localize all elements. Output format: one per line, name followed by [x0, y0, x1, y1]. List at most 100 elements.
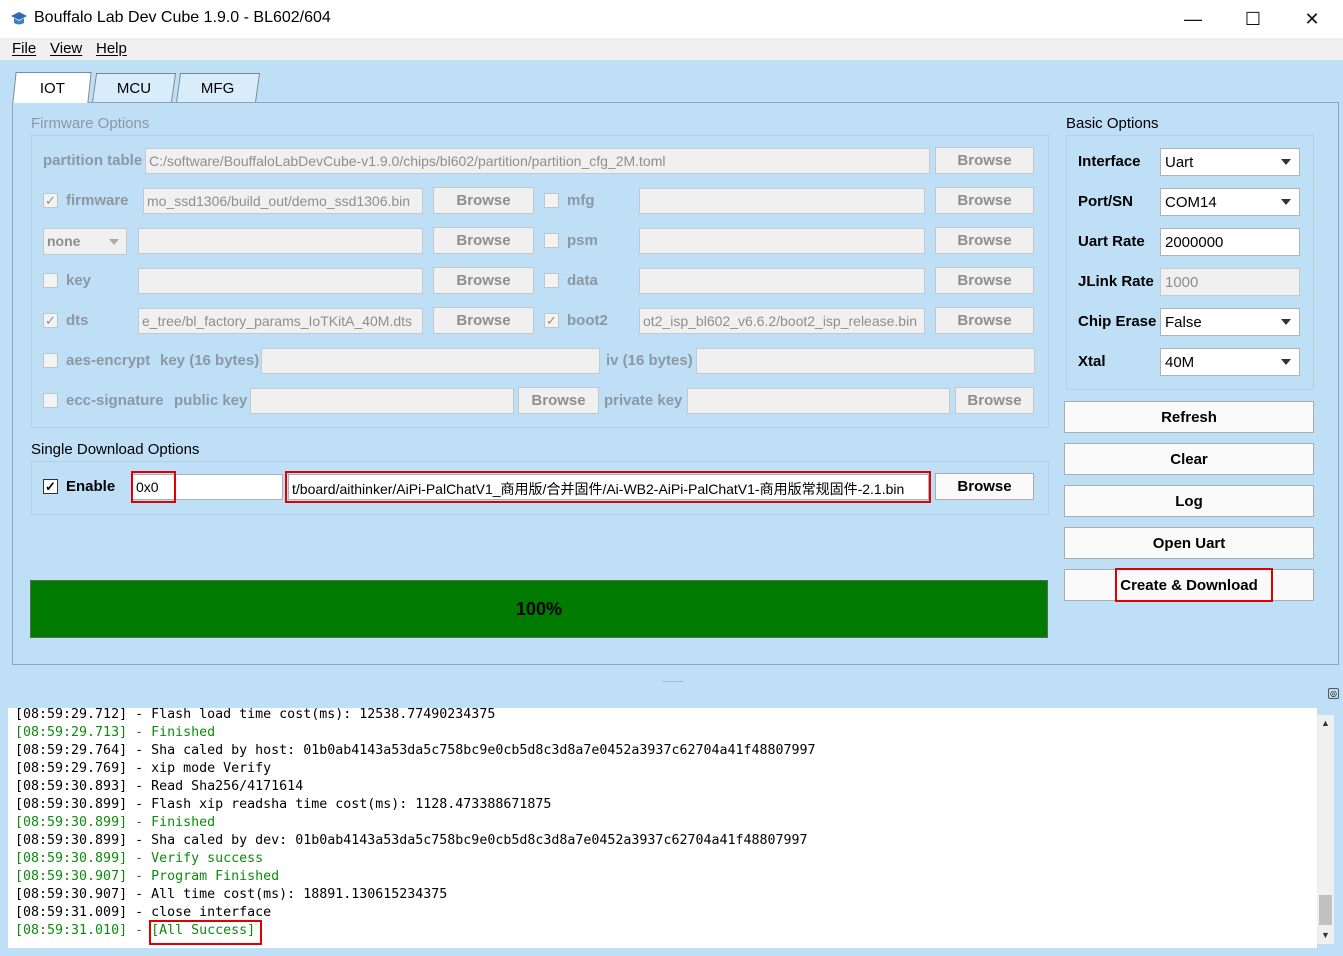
- tab-iot-label: IOT: [39, 79, 65, 97]
- partition-browse-button[interactable]: Browse: [935, 147, 1034, 174]
- tab-mfg[interactable]: MFG: [175, 73, 261, 103]
- chevron-down-icon: [1281, 199, 1291, 205]
- log-console[interactable]: [08:59:29.712] - Flash load time cost(ms…: [8, 708, 1317, 948]
- ecc-signature-checkbox[interactable]: [43, 393, 58, 408]
- menu-view[interactable]: View: [50, 40, 82, 57]
- tab-mfg-label: MFG: [201, 80, 235, 97]
- port-select[interactable]: COM14: [1160, 188, 1300, 216]
- log-line: [08:59:31.009] - close interface: [15, 905, 272, 920]
- psm-label: psm: [567, 232, 598, 249]
- log-line: [08:59:29.769] - xip mode Verify: [15, 761, 272, 776]
- log-line: [08:59:30.907] - All time cost(ms): 1889…: [15, 887, 448, 902]
- boot2-checkbox[interactable]: ✓: [544, 313, 559, 328]
- log-line: [08:59:30.893] - Read Sha256/4171614: [15, 779, 304, 794]
- xtal-label: Xtal: [1078, 353, 1106, 370]
- interface-value: Uart: [1165, 154, 1194, 171]
- partition-table-field[interactable]: C:/software/BouffaloLabDevCube-v1.9.0/ch…: [145, 148, 930, 174]
- firmware-field[interactable]: mo_ssd1306/build_out/demo_ssd1306.bin: [143, 188, 423, 214]
- enable-checkbox[interactable]: ✓: [43, 479, 58, 494]
- private-key-label: private key: [604, 392, 683, 409]
- splitter-handle[interactable]: [663, 681, 683, 683]
- none-select[interactable]: none: [43, 228, 127, 255]
- chevron-down-icon: [109, 239, 119, 245]
- dts-checkbox[interactable]: ✓: [43, 313, 58, 328]
- clear-button[interactable]: Clear: [1064, 443, 1314, 475]
- psm-checkbox[interactable]: [544, 233, 559, 248]
- private-key-browse-button[interactable]: Browse: [955, 387, 1034, 414]
- minimize-button[interactable]: —: [1170, 0, 1216, 38]
- chevron-down-icon: [1281, 159, 1291, 165]
- address-highlight: [131, 471, 176, 503]
- scroll-up-icon[interactable]: ▲: [1317, 715, 1334, 732]
- aes-encrypt-checkbox[interactable]: [43, 353, 58, 368]
- app-logo-icon: [11, 12, 27, 25]
- log-line: [08:59:29.713] - Finished: [15, 725, 216, 740]
- chevron-down-icon: [1281, 319, 1291, 325]
- mfg-field[interactable]: [639, 188, 925, 214]
- boot2-field[interactable]: ot2_isp_bl602_v6.6.2/boot2_isp_release.b…: [639, 308, 925, 334]
- dts-browse-button[interactable]: Browse: [433, 307, 534, 334]
- scroll-down-icon[interactable]: ▼: [1317, 927, 1334, 944]
- none-field[interactable]: [138, 228, 423, 254]
- none-browse-button[interactable]: Browse: [433, 227, 534, 254]
- aes-key-field[interactable]: [261, 348, 600, 374]
- close-button[interactable]: ✕: [1289, 0, 1335, 38]
- chevron-down-icon: [1281, 359, 1291, 365]
- uart-rate-input[interactable]: 2000000: [1160, 228, 1300, 256]
- tab-mcu[interactable]: MCU: [91, 73, 177, 103]
- data-checkbox[interactable]: [544, 273, 559, 288]
- log-line: [08:59:30.907] - Program Finished: [15, 869, 280, 884]
- tab-iot[interactable]: IOT: [12, 72, 92, 103]
- psm-browse-button[interactable]: Browse: [935, 227, 1034, 254]
- menu-file[interactable]: File: [12, 40, 36, 57]
- dts-field[interactable]: e_tree/bl_factory_params_IoTKitA_40M.dts: [138, 308, 423, 334]
- menu-help[interactable]: Help: [96, 40, 127, 57]
- xtal-value: 40M: [1165, 354, 1195, 371]
- menu-bar: [0, 38, 1343, 60]
- key-field[interactable]: [138, 268, 423, 294]
- key-browse-button[interactable]: Browse: [433, 267, 534, 294]
- firmware-browse-button[interactable]: Browse: [433, 187, 534, 214]
- ecc-signature-label: ecc-signature: [66, 392, 164, 409]
- log-line: [08:59:30.899] - Flash xip readsha time …: [15, 797, 552, 812]
- path-highlight: [285, 471, 931, 503]
- progress-bar: 100%: [30, 580, 1048, 638]
- float-icon[interactable]: ◎: [1328, 688, 1339, 699]
- partition-table-label: partition table: [43, 152, 143, 169]
- public-key-field[interactable]: [250, 388, 514, 414]
- psm-field[interactable]: [639, 228, 925, 254]
- uart-rate-label: Uart Rate: [1078, 233, 1145, 250]
- port-value: COM14: [1165, 194, 1217, 211]
- log-scrollbar[interactable]: ▲ ▼: [1317, 715, 1334, 944]
- iv-field[interactable]: [696, 348, 1035, 374]
- firmware-checkbox[interactable]: ✓: [43, 193, 58, 208]
- interface-select[interactable]: Uart: [1160, 148, 1300, 176]
- scroll-thumb[interactable]: [1319, 895, 1332, 925]
- boot2-browse-button[interactable]: Browse: [935, 307, 1034, 334]
- refresh-button[interactable]: Refresh: [1064, 401, 1314, 433]
- mfg-browse-button[interactable]: Browse: [935, 187, 1034, 214]
- data-field[interactable]: [639, 268, 925, 294]
- data-browse-button[interactable]: Browse: [935, 267, 1034, 294]
- single-browse-button[interactable]: Browse: [935, 473, 1034, 500]
- firmware-options-title: Firmware Options: [31, 115, 150, 132]
- window-title: Bouffalo Lab Dev Cube 1.9.0 - BL602/604: [34, 9, 331, 26]
- create-download-highlight: [1115, 568, 1273, 602]
- chip-erase-select[interactable]: False: [1160, 308, 1300, 336]
- firmware-label: firmware: [66, 192, 129, 209]
- boot2-label: boot2: [567, 312, 608, 329]
- open-uart-button[interactable]: Open Uart: [1064, 527, 1314, 559]
- log-button[interactable]: Log: [1064, 485, 1314, 517]
- mfg-checkbox[interactable]: [544, 193, 559, 208]
- aes-key-label: key (16 bytes): [160, 352, 260, 369]
- xtal-select[interactable]: 40M: [1160, 348, 1300, 376]
- key-checkbox[interactable]: [43, 273, 58, 288]
- none-select-value: none: [47, 233, 81, 249]
- log-line: [08:59:30.899] - Verify success: [15, 851, 264, 866]
- maximize-button[interactable]: ☐: [1230, 0, 1276, 38]
- private-key-field[interactable]: [687, 388, 950, 414]
- single-download-title: Single Download Options: [31, 441, 200, 458]
- jlink-rate-input[interactable]: 1000: [1160, 268, 1300, 296]
- data-label: data: [567, 272, 598, 289]
- public-key-browse-button[interactable]: Browse: [518, 387, 599, 414]
